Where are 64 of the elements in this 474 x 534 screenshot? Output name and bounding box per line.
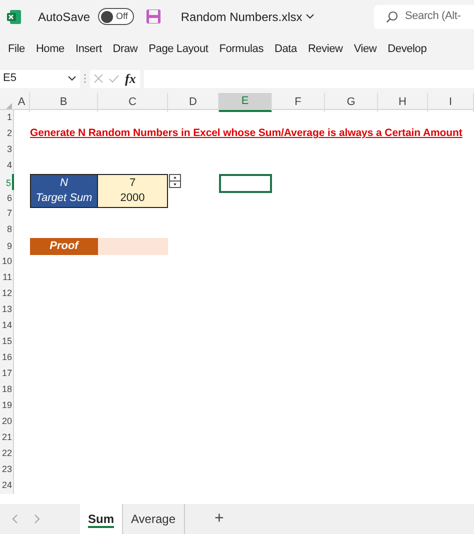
column-header[interactable]: C: [98, 93, 168, 112]
chevron-down-icon: [306, 14, 314, 19]
column-header[interactable]: F: [272, 93, 325, 112]
ribbon-tab[interactable]: Draw: [112, 41, 138, 58]
row-header[interactable]: 13: [0, 302, 14, 318]
value-cell[interactable]: 2000: [98, 190, 168, 208]
name-box[interactable]: E5: [0, 70, 80, 88]
ribbon-tab[interactable]: Review: [308, 41, 343, 58]
row-header[interactable]: 4: [0, 158, 14, 174]
row-header[interactable]: 10: [0, 254, 14, 270]
autosave-label: AutoSave: [38, 8, 90, 26]
label-cell: Proof: [30, 238, 98, 254]
row-header[interactable]: 15: [0, 334, 14, 350]
ribbon-tab[interactable]: Insert: [75, 41, 102, 58]
ribbon-tab[interactable]: Formulas: [219, 41, 264, 58]
result-cell: [98, 238, 168, 254]
row-header[interactable]: 24: [0, 478, 14, 494]
cancel-icon[interactable]: [94, 74, 103, 83]
row-header[interactable]: 12: [0, 286, 14, 302]
ribbon-tab[interactable]: File: [8, 41, 25, 58]
cell-reference: E5: [3, 71, 16, 86]
row-header[interactable]: 3: [0, 142, 14, 158]
row-header[interactable]: 23: [0, 462, 14, 478]
row-header[interactable]: 11: [0, 270, 14, 286]
sheet-tab[interactable]: Sum: [80, 504, 124, 534]
selected-cell[interactable]: [219, 174, 272, 192]
row-header[interactable]: 8: [0, 222, 14, 238]
sheet-tab[interactable]: Average: [123, 504, 184, 534]
row-header[interactable]: 20: [0, 414, 14, 430]
excel-logo-icon: [7, 10, 21, 24]
ribbon-tab[interactable]: Page Layout: [148, 41, 208, 58]
autosave-toggle[interactable]: Off: [98, 8, 134, 25]
ribbon-tab[interactable]: Develop: [388, 41, 427, 58]
row-header[interactable]: 16: [0, 350, 14, 366]
row-header[interactable]: 7: [0, 206, 14, 222]
label-cell: Target Sum: [30, 190, 98, 208]
column-header[interactable]: G: [325, 93, 378, 112]
chevron-down-icon: [68, 76, 76, 81]
row-header[interactable]: 17: [0, 366, 14, 382]
row-header[interactable]: 22: [0, 446, 14, 462]
row-header[interactable]: 9: [0, 238, 14, 254]
file-name-dropdown[interactable]: Random Numbers.xlsx: [180, 8, 314, 26]
search-icon: [386, 10, 398, 22]
next-sheet-icon[interactable]: [34, 514, 40, 524]
ribbon-tab[interactable]: View: [354, 41, 377, 58]
row-header[interactable]: 21: [0, 430, 14, 446]
ribbon-tab[interactable]: Home: [36, 41, 64, 58]
spin-button-icon[interactable]: [169, 174, 181, 188]
column-header[interactable]: B: [30, 93, 98, 112]
row-header[interactable]: 1: [0, 110, 14, 126]
previous-sheet-icon[interactable]: [12, 514, 18, 524]
row-header[interactable]: 18: [0, 382, 14, 398]
search-field[interactable]: Search (Alt-: [374, 4, 474, 28]
column-header[interactable]: I: [428, 93, 474, 112]
row-header[interactable]: 14: [0, 318, 14, 334]
sheet-title: Generate N Random Numbers in Excel whose Sum/Average is always a Certain Amount: [30, 126, 462, 142]
ribbon-tab[interactable]: Data: [274, 41, 297, 58]
column-header[interactable]: H: [378, 93, 428, 112]
insert-function-button[interactable]: fx: [125, 72, 136, 85]
check-icon[interactable]: [109, 74, 119, 82]
row-header[interactable]: 2: [0, 126, 14, 142]
row-header[interactable]: 19: [0, 398, 14, 414]
add-sheet-button[interactable]: +: [214, 511, 224, 527]
save-icon[interactable]: [146, 9, 161, 24]
